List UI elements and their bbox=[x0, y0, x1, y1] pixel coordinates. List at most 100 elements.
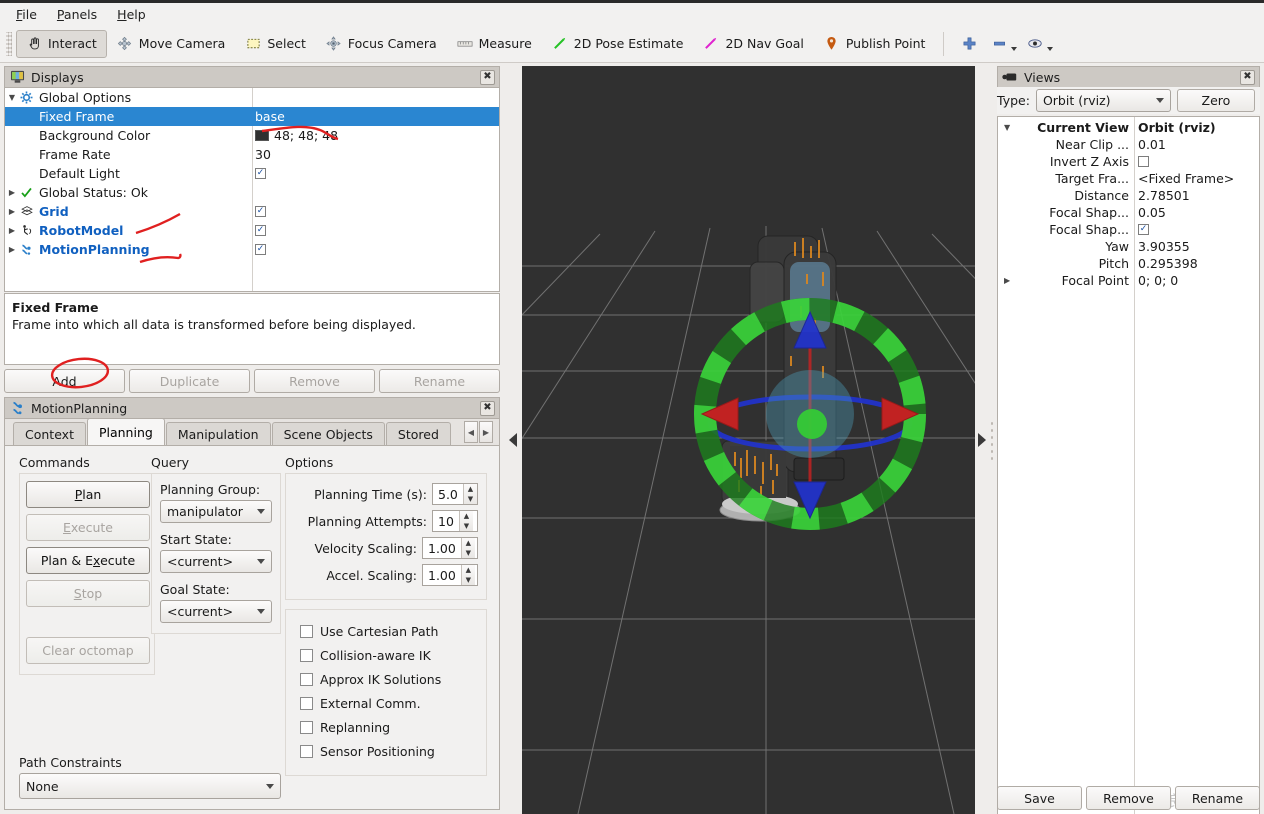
tool-interact[interactable]: Interact bbox=[16, 29, 107, 58]
checkbox-external-comm[interactable]: External Comm. bbox=[300, 691, 478, 715]
view-row-value[interactable]: ✓ bbox=[1138, 224, 1149, 235]
checkbox-box[interactable] bbox=[300, 720, 313, 734]
spinner-arrows[interactable]: ▲ ▼ bbox=[462, 484, 477, 504]
expand-arrow-icon[interactable]: ▼ bbox=[5, 93, 19, 102]
view-row-value[interactable] bbox=[1138, 156, 1149, 167]
checkbox-checked-icon[interactable]: ✓ bbox=[255, 244, 266, 255]
checkbox-unchecked-icon[interactable] bbox=[1138, 156, 1149, 167]
clear-octomap-button[interactable]: Clear octomap bbox=[26, 637, 150, 664]
option-spinbox[interactable]: 1.00 ▲ ▼ bbox=[422, 564, 478, 586]
spinner-arrows[interactable]: ▲ ▼ bbox=[460, 565, 475, 585]
spinner-down-icon[interactable]: ▼ bbox=[462, 548, 475, 558]
display-row-grid[interactable]: ▶ Grid ✓ bbox=[5, 202, 499, 221]
displays-tree[interactable]: ▼ Global Options Fixed Frame base Background… bbox=[4, 87, 500, 292]
checkbox-checked-icon[interactable]: ✓ bbox=[255, 225, 266, 236]
toolbar-visibility-button[interactable] bbox=[1022, 30, 1058, 58]
view-row-focal-shap[interactable]: Focal Shap... ✓ bbox=[998, 221, 1259, 238]
start-state-select[interactable]: <current> bbox=[160, 550, 272, 573]
checkbox-box[interactable] bbox=[300, 624, 313, 638]
view-row-value[interactable]: <Fixed Frame> bbox=[1138, 171, 1234, 186]
view-row-current-view[interactable]: ▼ Current View Orbit (rviz) bbox=[998, 119, 1259, 136]
checkbox-box[interactable] bbox=[300, 744, 313, 758]
toolbar-drag-handle[interactable] bbox=[6, 31, 12, 56]
checkbox-box[interactable] bbox=[300, 696, 313, 710]
spinner-up-icon[interactable]: ▲ bbox=[462, 538, 475, 548]
checkbox-box[interactable] bbox=[300, 672, 313, 686]
display-row-frame-rate[interactable]: Frame Rate 30 bbox=[5, 145, 499, 164]
tool-move-camera[interactable]: Move Camera bbox=[107, 30, 236, 58]
view-row-yaw[interactable]: Yaw 3.90355 bbox=[998, 238, 1259, 255]
left-panel-collapse-handle[interactable] bbox=[504, 66, 522, 814]
checkbox-checked-icon[interactable]: ✓ bbox=[255, 168, 266, 179]
views-rename-button[interactable]: Rename bbox=[1175, 786, 1260, 810]
view-row-value[interactable]: 0; 0; 0 bbox=[1138, 273, 1178, 288]
spinner-down-icon[interactable]: ▼ bbox=[460, 521, 473, 531]
views-save-button[interactable]: Save bbox=[997, 786, 1082, 810]
remove-display-button[interactable]: Remove bbox=[254, 369, 375, 393]
color-swatch[interactable] bbox=[255, 130, 269, 141]
display-row-motionplanning[interactable]: ▶ MotionPlanning ✓ bbox=[5, 240, 499, 259]
display-row-global-status-ok[interactable]: ▶ Global Status: Ok bbox=[5, 183, 499, 202]
view-row-value[interactable]: 0.05 bbox=[1138, 205, 1166, 220]
expand-arrow-icon[interactable]: ▶ bbox=[5, 207, 19, 216]
execute-button[interactable]: Execute bbox=[26, 514, 150, 541]
tool-publish-point[interactable]: Publish Point bbox=[814, 30, 936, 58]
spinner-up-icon[interactable]: ▲ bbox=[464, 484, 477, 494]
spinner-arrows[interactable]: ▲ ▼ bbox=[458, 511, 473, 531]
view-row-focal-point[interactable]: ▶ Focal Point 0; 0; 0 bbox=[998, 272, 1259, 289]
display-row-value[interactable]: ✓ bbox=[255, 164, 266, 183]
tab-scroll-next[interactable]: ▶ bbox=[479, 421, 493, 443]
chevron-down-icon-2[interactable] bbox=[1047, 47, 1054, 51]
menu-item-help[interactable]: Help bbox=[109, 5, 154, 24]
spinner-arrows[interactable]: ▲ ▼ bbox=[460, 538, 475, 558]
view-row-value[interactable]: 3.90355 bbox=[1138, 239, 1190, 254]
chevron-down-icon[interactable] bbox=[1011, 47, 1018, 51]
tab-scroll-prev[interactable]: ◀ bbox=[464, 421, 478, 443]
plan-and-execute-button[interactable]: Plan & Execute bbox=[26, 547, 150, 574]
spinner-up-icon[interactable]: ▲ bbox=[460, 511, 473, 521]
view-row-value[interactable]: Orbit (rviz) bbox=[1138, 120, 1216, 135]
view-row-value[interactable]: 0.295398 bbox=[1138, 256, 1198, 271]
spinner-up-icon[interactable]: ▲ bbox=[462, 565, 475, 575]
view-row-focal-shap[interactable]: Focal Shap... 0.05 bbox=[998, 204, 1259, 221]
view-row-distance[interactable]: Distance 2.78501 bbox=[998, 187, 1259, 204]
tool-2d-pose-estimate[interactable]: 2D Pose Estimate bbox=[542, 30, 694, 58]
option-spinbox[interactable]: 10 ▲ ▼ bbox=[432, 510, 478, 532]
display-row-value[interactable]: 48; 48; 48 bbox=[255, 126, 338, 145]
display-row-default-light[interactable]: Default Light ✓ bbox=[5, 164, 499, 183]
display-row-background-color[interactable]: Background Color 48; 48; 48 bbox=[5, 126, 499, 145]
menu-item-panels[interactable]: Panels bbox=[49, 5, 105, 24]
goal-state-select[interactable]: <current> bbox=[160, 600, 272, 623]
tool-2d-nav-goal[interactable]: 2D Nav Goal bbox=[693, 30, 813, 58]
checkbox-checked-icon[interactable]: ✓ bbox=[255, 206, 266, 217]
tool-select[interactable]: Select bbox=[235, 30, 316, 58]
option-spinbox[interactable]: 5.0 ▲ ▼ bbox=[432, 483, 478, 505]
views-close-button[interactable]: ✖ bbox=[1240, 69, 1255, 85]
views-zero-button[interactable]: Zero bbox=[1176, 89, 1255, 112]
planning-group-select[interactable]: manipulator bbox=[160, 500, 272, 523]
view-row-pitch[interactable]: Pitch 0.295398 bbox=[998, 255, 1259, 272]
display-row-value[interactable]: ✓ bbox=[255, 202, 266, 221]
option-spinbox[interactable]: 1.00 ▲ ▼ bbox=[422, 537, 478, 559]
views-tree[interactable]: ▼ Current View Orbit (rviz) Near Clip ... 0.… bbox=[997, 116, 1260, 814]
duplicate-display-button[interactable]: Duplicate bbox=[129, 369, 250, 393]
view-row-value[interactable]: 2.78501 bbox=[1138, 188, 1190, 203]
tab-stored[interactable]: Stored bbox=[385, 422, 451, 445]
view-row-invert-z-axis[interactable]: Invert Z Axis bbox=[998, 153, 1259, 170]
rename-display-button[interactable]: Rename bbox=[379, 369, 500, 393]
checkbox-box[interactable] bbox=[300, 648, 313, 662]
display-row-global-options[interactable]: ▼ Global Options bbox=[5, 88, 499, 107]
displays-close-button[interactable]: ✖ bbox=[480, 69, 495, 85]
toolbar-remove-tool-button[interactable] bbox=[986, 30, 1022, 58]
3d-render-view[interactable] bbox=[522, 66, 975, 814]
path-constraints-select[interactable]: None bbox=[19, 773, 281, 799]
views-type-select[interactable]: Orbit (rviz) bbox=[1035, 89, 1171, 112]
checkbox-use-cartesian-path[interactable]: Use Cartesian Path bbox=[300, 619, 478, 643]
view-row-target-fra[interactable]: Target Fra... <Fixed Frame> bbox=[998, 170, 1259, 187]
checkbox-sensor-positioning[interactable]: Sensor Positioning bbox=[300, 739, 478, 763]
stop-button[interactable]: Stop bbox=[26, 580, 150, 607]
display-row-value[interactable]: 30 bbox=[255, 145, 271, 164]
views-remove-button[interactable]: Remove bbox=[1086, 786, 1171, 810]
display-row-fixed-frame[interactable]: Fixed Frame base bbox=[5, 107, 499, 126]
spinner-down-icon[interactable]: ▼ bbox=[462, 575, 475, 585]
